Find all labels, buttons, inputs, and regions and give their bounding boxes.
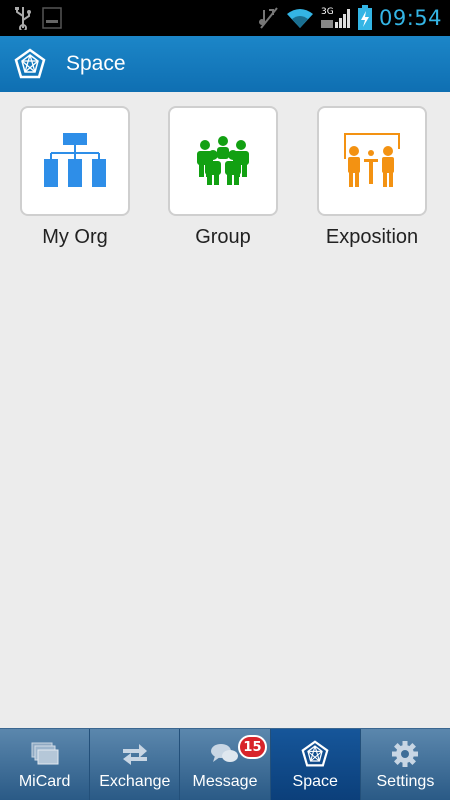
tile-my-org[interactable]: My Org [0, 106, 150, 249]
exposition-icon [344, 133, 400, 187]
cards-icon [30, 739, 60, 769]
tab-message[interactable]: 15 Message [180, 729, 271, 800]
tab-label: MiCard [18, 772, 71, 790]
tab-label: Message [192, 772, 258, 790]
tile-exposition[interactable]: Exposition [297, 106, 447, 249]
tab-label: Exchange [99, 772, 171, 790]
battery-charging-icon [357, 5, 372, 30]
pentagon-star-icon [14, 48, 46, 79]
tile-box[interactable] [20, 106, 130, 216]
mute-icon [258, 7, 278, 29]
wifi-icon [286, 9, 313, 28]
page-title: Space [66, 52, 126, 75]
org-chart-icon [44, 133, 106, 187]
tab-label: Settings [376, 772, 435, 790]
app-bar: Space [0, 36, 450, 92]
gear-icon [390, 739, 420, 769]
tile-label: Exposition [325, 226, 419, 248]
tile-box[interactable] [317, 106, 427, 216]
tab-space[interactable]: Space [270, 729, 361, 800]
chat-bubbles-icon [210, 739, 240, 769]
tab-label: Space [292, 772, 338, 790]
tile-group[interactable]: Group [148, 106, 298, 249]
tile-label: My Org [42, 226, 108, 248]
usb-icon [15, 7, 31, 30]
status-bar: 3G 09:54 [0, 0, 450, 36]
tile-box[interactable] [168, 106, 278, 216]
signal-icon: 3G [320, 6, 351, 30]
tab-settings[interactable]: Settings [361, 729, 450, 800]
tab-micard[interactable]: MiCard [0, 729, 91, 800]
status-time: 09:54 [378, 6, 442, 30]
tab-exchange[interactable]: Exchange [90, 729, 181, 800]
unread-badge: 15 [238, 735, 267, 759]
group-people-icon [197, 136, 249, 185]
bottom-tab-bar: MiCard Exchange 15 Message Space Setting… [0, 728, 450, 800]
notification-icon [42, 7, 62, 29]
exchange-arrows-icon [120, 739, 150, 769]
tile-label: Group [195, 226, 251, 248]
pentagon-star-icon [300, 739, 330, 769]
